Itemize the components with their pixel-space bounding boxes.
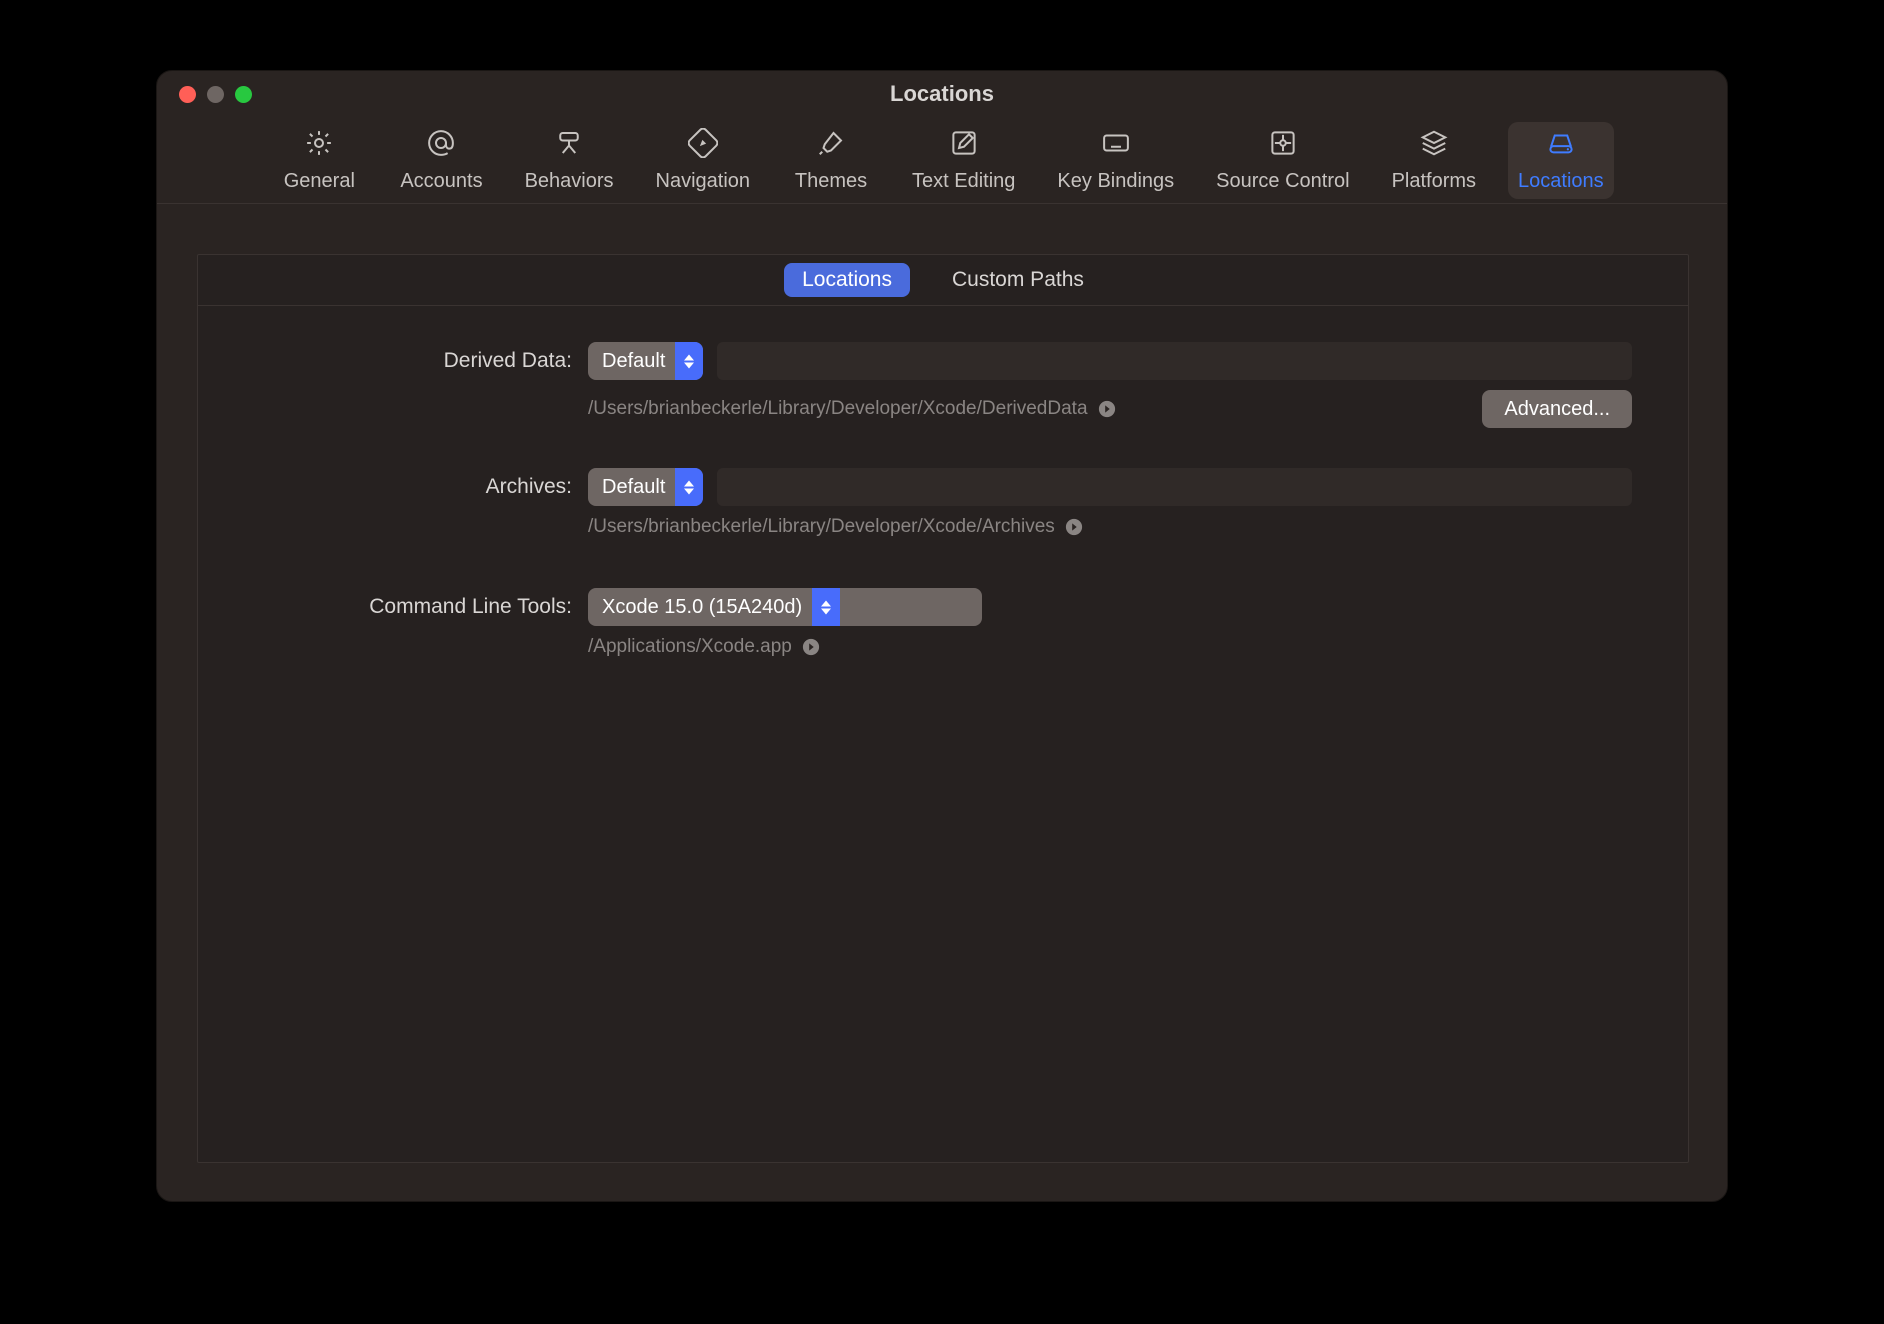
tab-label: Platforms bbox=[1392, 170, 1476, 193]
tab-label: Text Editing bbox=[912, 170, 1015, 193]
archives-path: /Users/brianbeckerle/Library/Developer/X… bbox=[588, 516, 1055, 538]
tab-themes[interactable]: Themes bbox=[782, 122, 880, 199]
chevron-up-down-icon bbox=[675, 468, 703, 506]
clt-select[interactable]: Xcode 15.0 (15A240d) bbox=[588, 588, 982, 626]
tab-key-bindings[interactable]: Key Bindings bbox=[1047, 122, 1184, 199]
tab-label: General bbox=[284, 170, 355, 193]
select-value: Default bbox=[602, 476, 675, 499]
pencil-square-icon bbox=[949, 128, 979, 164]
clt-label: Command Line Tools: bbox=[254, 595, 574, 619]
reveal-in-finder-icon[interactable] bbox=[1098, 400, 1116, 418]
segmented-control: Locations Custom Paths bbox=[198, 255, 1688, 306]
archives-path-field[interactable] bbox=[717, 468, 1632, 506]
navigation-icon bbox=[688, 128, 718, 164]
archives-label: Archives: bbox=[254, 475, 574, 499]
content-area: Locations Custom Paths Derived Data: Def… bbox=[157, 204, 1727, 1201]
tab-label: Key Bindings bbox=[1057, 170, 1174, 193]
tab-label: Accounts bbox=[400, 170, 482, 193]
preferences-toolbar: General Accounts Behaviors Navigation Th… bbox=[157, 117, 1727, 204]
derived-data-path: /Users/brianbeckerle/Library/Developer/X… bbox=[588, 398, 1088, 420]
chevron-up-down-icon bbox=[675, 342, 703, 380]
zoom-window-button[interactable] bbox=[235, 86, 252, 103]
locations-form: Derived Data: Default bbox=[198, 306, 1688, 678]
close-window-button[interactable] bbox=[179, 86, 196, 103]
select-value: Default bbox=[602, 350, 675, 373]
select-value: Xcode 15.0 (15A240d) bbox=[602, 596, 812, 619]
derived-data-select[interactable]: Default bbox=[588, 342, 703, 380]
tab-accounts[interactable]: Accounts bbox=[390, 122, 492, 199]
archives-select[interactable]: Default bbox=[588, 468, 703, 506]
derived-data-label: Derived Data: bbox=[254, 349, 574, 373]
minimize-window-button[interactable] bbox=[207, 86, 224, 103]
reveal-in-finder-icon[interactable] bbox=[1065, 518, 1083, 536]
tab-behaviors[interactable]: Behaviors bbox=[515, 122, 624, 199]
derived-data-path-field[interactable] bbox=[717, 342, 1632, 380]
locations-panel: Locations Custom Paths Derived Data: Def… bbox=[197, 254, 1689, 1163]
segment-locations[interactable]: Locations bbox=[784, 263, 910, 297]
advanced-button[interactable]: Advanced... bbox=[1482, 390, 1632, 428]
reveal-in-finder-icon[interactable] bbox=[802, 638, 820, 656]
segment-custom-paths[interactable]: Custom Paths bbox=[934, 263, 1102, 297]
tab-label: Source Control bbox=[1216, 170, 1349, 193]
layers-icon bbox=[1419, 128, 1449, 164]
window-title: Locations bbox=[157, 81, 1727, 107]
keyboard-icon bbox=[1101, 128, 1131, 164]
tab-source-control[interactable]: Source Control bbox=[1206, 122, 1359, 199]
tab-label: Themes bbox=[795, 170, 867, 193]
preferences-window: Locations General Accounts Behaviors Nav… bbox=[156, 70, 1728, 1202]
tab-general[interactable]: General bbox=[270, 122, 368, 199]
at-sign-icon bbox=[426, 128, 456, 164]
tab-label: Locations bbox=[1518, 170, 1604, 193]
tab-label: Behaviors bbox=[525, 170, 614, 193]
clt-path: /Applications/Xcode.app bbox=[588, 636, 792, 658]
source-control-icon bbox=[1268, 128, 1298, 164]
tab-label: Navigation bbox=[656, 170, 751, 193]
gear-icon bbox=[304, 128, 334, 164]
chevron-up-down-icon bbox=[812, 588, 840, 626]
paintbrush-icon bbox=[816, 128, 846, 164]
tab-navigation[interactable]: Navigation bbox=[646, 122, 761, 199]
tab-platforms[interactable]: Platforms bbox=[1382, 122, 1486, 199]
tab-text-editing[interactable]: Text Editing bbox=[902, 122, 1025, 199]
tab-locations[interactable]: Locations bbox=[1508, 122, 1614, 199]
window-controls bbox=[179, 86, 252, 103]
titlebar: Locations bbox=[157, 71, 1727, 117]
behaviors-icon bbox=[554, 128, 584, 164]
disk-icon bbox=[1546, 128, 1576, 164]
